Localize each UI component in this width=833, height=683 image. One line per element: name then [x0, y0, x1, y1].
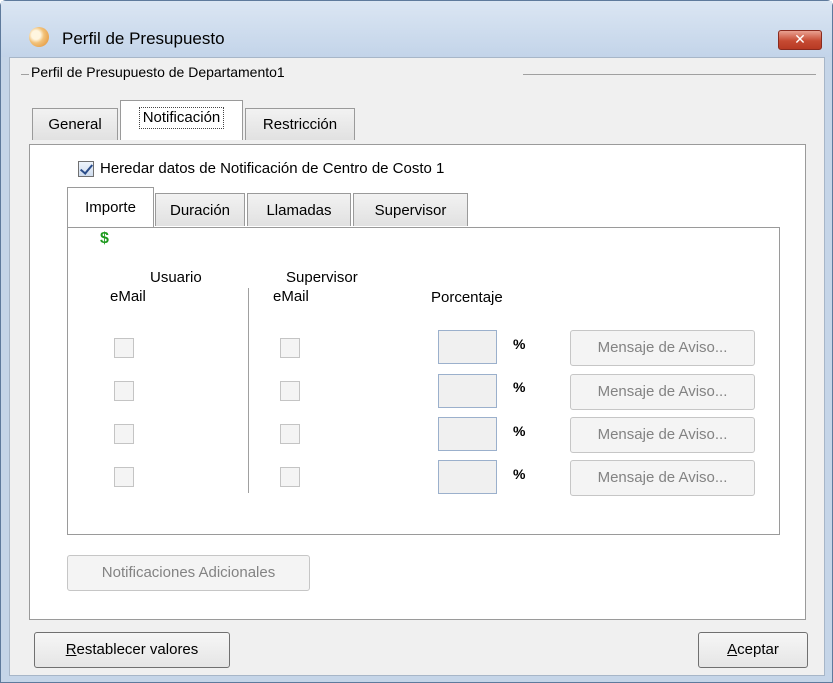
dialog-window: Perfil de Presupuesto ✕ Perfil de Presup…: [0, 0, 833, 683]
group-title: Perfil de Presupuesto de Departamento1: [31, 64, 285, 80]
warning-message-button[interactable]: Mensaje de Aviso...: [570, 460, 755, 496]
percent-input[interactable]: [438, 330, 497, 364]
supervisor-email-checkbox[interactable]: [280, 381, 300, 401]
additional-notifications-button[interactable]: Notificaciones Adicionales: [67, 555, 310, 591]
warning-message-button[interactable]: Mensaje de Aviso...: [570, 330, 755, 366]
tab-importe[interactable]: Importe: [67, 187, 154, 227]
accept-accel-key: A: [727, 641, 738, 658]
dialog-client-area: Perfil de Presupuesto de Departamento1 G…: [9, 57, 825, 676]
warning-message-button[interactable]: Mensaje de Aviso...: [570, 417, 755, 453]
percent-sign: %: [513, 423, 526, 439]
tab-label: General: [48, 116, 102, 133]
header-supervisor-email: eMail: [273, 288, 309, 305]
usuario-email-checkbox[interactable]: [114, 381, 134, 401]
usuario-email-checkbox[interactable]: [114, 467, 134, 487]
reset-values-button[interactable]: Restablecer valores: [34, 632, 230, 668]
tab-llamadas[interactable]: Llamadas: [247, 193, 351, 226]
column-divider: [248, 288, 249, 493]
title-bar[interactable]: Perfil de Presupuesto ✕: [1, 1, 832, 57]
supervisor-email-checkbox[interactable]: [280, 467, 300, 487]
app-icon: [29, 27, 49, 47]
reset-label: establecer valores: [76, 641, 199, 658]
supervisor-email-checkbox[interactable]: [280, 338, 300, 358]
tab-label: Restricción: [262, 116, 338, 133]
tab-label: Importe: [85, 199, 136, 216]
tab-supervisor[interactable]: Supervisor: [353, 193, 468, 226]
tab-duracion[interactable]: Duración: [155, 193, 245, 226]
percent-sign: %: [513, 336, 526, 352]
accept-label: ceptar: [737, 641, 779, 658]
usuario-email-checkbox[interactable]: [114, 424, 134, 444]
group-line-right: [523, 74, 816, 75]
close-button[interactable]: ✕: [778, 30, 822, 50]
supervisor-email-checkbox[interactable]: [280, 424, 300, 444]
accept-button[interactable]: Aceptar: [698, 632, 808, 668]
group-line-left: [21, 74, 29, 75]
header-supervisor: Supervisor: [286, 269, 358, 286]
close-icon: ✕: [794, 32, 806, 48]
tab-label: Supervisor: [374, 202, 447, 219]
tab-label: Notificación: [138, 107, 225, 129]
percent-sign: %: [513, 466, 526, 482]
warning-message-button[interactable]: Mensaje de Aviso...: [570, 374, 755, 410]
window-title: Perfil de Presupuesto: [62, 29, 225, 48]
header-usuario: Usuario: [150, 269, 202, 286]
percent-input[interactable]: [438, 460, 497, 494]
inherit-label[interactable]: Heredar datos de Notificación de Centro …: [100, 160, 444, 177]
notificacion-panel: Heredar datos de Notificación de Centro …: [29, 144, 806, 620]
tab-label: Llamadas: [266, 202, 332, 219]
header-usuario-email: eMail: [110, 288, 146, 305]
usuario-email-checkbox[interactable]: [114, 338, 134, 358]
header-porcentaje: Porcentaje: [431, 289, 503, 306]
tab-restriccion[interactable]: Restricción: [245, 108, 355, 140]
reset-accel-key: R: [65, 641, 77, 658]
currency-icon: $: [100, 230, 109, 247]
percent-sign: %: [513, 379, 526, 395]
tab-label: Duración: [169, 202, 231, 219]
importe-panel: $ Usuario eMail Supervisor eMail Porcent…: [67, 227, 780, 535]
percent-input[interactable]: [438, 374, 497, 408]
percent-input[interactable]: [438, 417, 497, 451]
tab-notificacion[interactable]: Notificación: [120, 100, 243, 140]
inherit-checkbox[interactable]: [78, 161, 94, 177]
tab-general[interactable]: General: [32, 108, 118, 140]
